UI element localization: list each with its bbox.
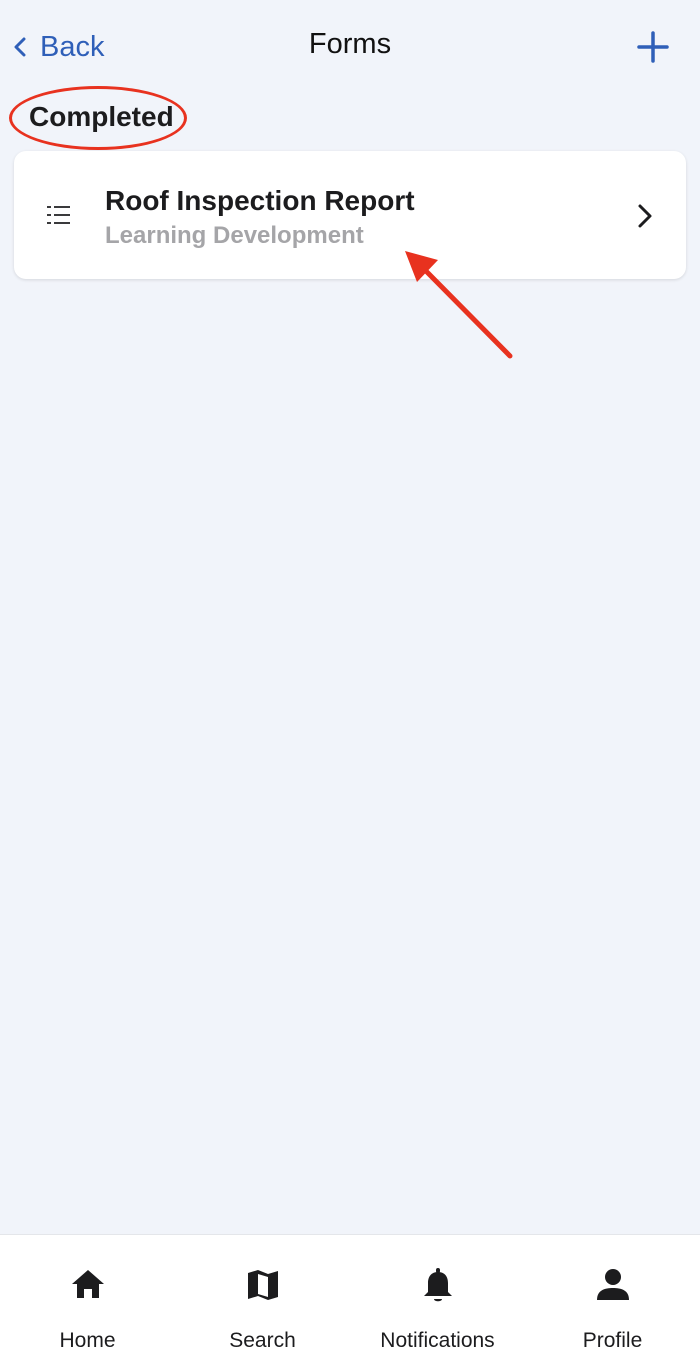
tab-label-profile: Profile bbox=[582, 1329, 643, 1352]
page-title: Forms bbox=[308, 28, 392, 60]
bell-icon bbox=[423, 1268, 452, 1302]
tab-label-home: Home bbox=[59, 1329, 116, 1352]
form-title: Roof Inspection Report bbox=[105, 185, 415, 216]
map-icon bbox=[247, 1270, 278, 1300]
tab-search[interactable]: Search bbox=[175, 1235, 350, 1368]
person-icon bbox=[596, 1269, 629, 1300]
navigation-header: Back Forms bbox=[0, 0, 700, 92]
tab-label-search: Search bbox=[229, 1329, 296, 1352]
plus-icon bbox=[637, 31, 669, 63]
numbered-list-icon bbox=[47, 206, 70, 224]
home-icon bbox=[71, 1270, 104, 1298]
tab-profile[interactable]: Profile bbox=[525, 1235, 700, 1368]
tab-home[interactable]: Home bbox=[0, 1235, 175, 1368]
tab-label-notifications: Notifications bbox=[380, 1329, 495, 1352]
add-form-button[interactable] bbox=[636, 30, 670, 64]
form-subtitle: Learning Development bbox=[105, 222, 364, 249]
bottom-tab-bar: Home Search Notifications Profile bbox=[0, 1234, 700, 1368]
tab-notifications[interactable]: Notifications bbox=[350, 1235, 525, 1368]
section-heading: Completed bbox=[29, 101, 174, 132]
form-list-item[interactable]: Roof Inspection Report Learning Developm… bbox=[14, 151, 686, 279]
chevron-right-icon bbox=[638, 204, 652, 228]
